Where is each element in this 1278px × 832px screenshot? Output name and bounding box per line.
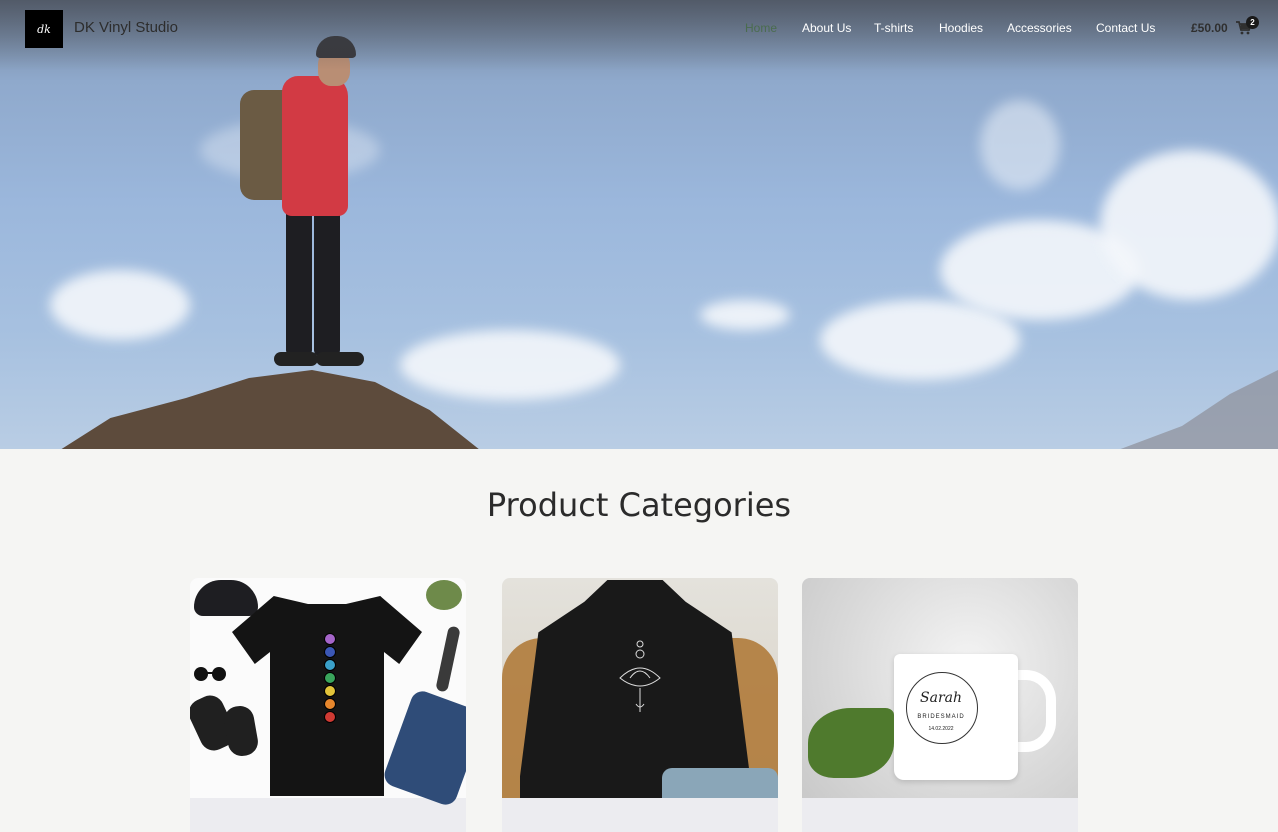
site-header: dk DK Vinyl Studio Home About Us T-shirt… [0, 0, 1278, 58]
nav-contact-us[interactable]: Contact Us [1096, 21, 1155, 35]
mug-print-date: 14.02.2022 [928, 726, 954, 732]
category-image-tshirt [190, 578, 466, 808]
category-image-mug: Sarah BRIDESMAID 14.02.2022 [802, 578, 1078, 798]
section-title: Product Categories [486, 486, 792, 524]
hiker-figure [238, 36, 368, 376]
mug-print-name: Sarah [920, 690, 962, 706]
site-logo[interactable]: dk [25, 10, 63, 48]
distant-mountain [1118, 370, 1278, 449]
nav-accessories[interactable]: Accessories [1007, 21, 1072, 35]
cart-total[interactable]: £50.00 [1191, 21, 1228, 35]
mug-print-role: BRIDESMAID [917, 714, 965, 720]
nav-hoodies[interactable]: Hoodies [939, 21, 983, 35]
category-card-accessories[interactable]: Sarah BRIDESMAID 14.02.2022 [802, 578, 1078, 832]
cart-count-badge: 2 [1246, 16, 1259, 29]
nav-tshirts[interactable]: T-shirts [874, 21, 913, 35]
logo-text: dk [37, 22, 51, 36]
category-card-hoodies[interactable] [502, 578, 778, 832]
category-card-tshirts[interactable] [190, 578, 466, 832]
hero-banner [0, 0, 1278, 449]
category-image-hoodie [502, 578, 778, 798]
nav-about-us[interactable]: About Us [802, 21, 851, 35]
lotus-print-icon [619, 640, 661, 712]
nav-home[interactable]: Home [745, 21, 777, 35]
site-title[interactable]: DK Vinyl Studio [74, 19, 178, 36]
